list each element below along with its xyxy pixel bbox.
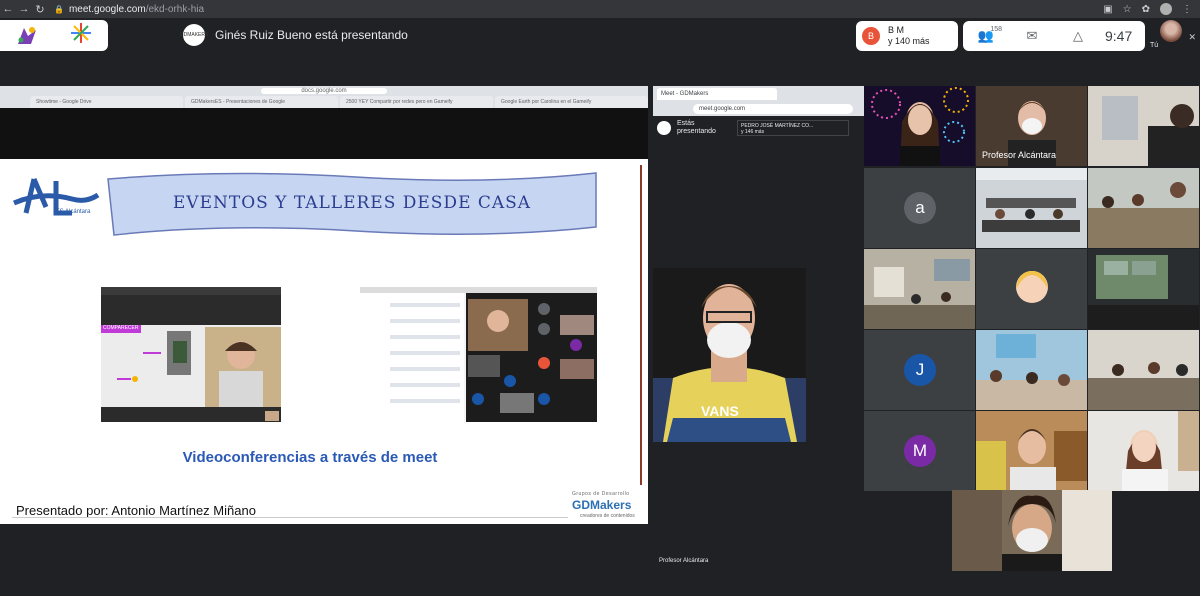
camera-icon[interactable]: ▣ [1103, 4, 1112, 15]
reload-icon[interactable]: ↻ [32, 0, 48, 18]
chat-button[interactable]: ✉ [1009, 21, 1055, 51]
secondary-url: meet.google.com [693, 104, 853, 114]
participant-tile[interactable] [976, 168, 1087, 248]
joined-avatar: B [862, 27, 880, 45]
url-path: /ekd-orhk-hia [145, 3, 205, 15]
joined-more: y 140 más [888, 36, 930, 46]
slide-caption: Videoconferencias a través de meet [182, 449, 438, 466]
shared-tab: Google Earth por Carolina en el Gameify [495, 96, 648, 108]
participant-tile[interactable]: J [864, 330, 975, 410]
back-icon[interactable]: ← [0, 0, 16, 18]
joined-name: B M [888, 25, 905, 35]
student-video: VANS [653, 268, 806, 442]
shared-tab: Showtime - Google Drive [30, 96, 183, 108]
participant-avatar: J [904, 354, 936, 386]
secondary-caption: Profesor Alcántara [659, 558, 709, 564]
self-view[interactable]: Tú ✕ [1146, 18, 1200, 54]
participants-count: 158 [990, 26, 1002, 33]
secondary-presentation: Meet - GDMakers meet.google.com Estás pr… [653, 86, 864, 571]
slide-scrollbar[interactable] [640, 165, 642, 485]
shared-tab: 2500 YEY Compartir por redes pero en Gam… [340, 96, 493, 108]
joined-participants-chip[interactable]: B B M y 140 más [856, 21, 958, 51]
logo-icon [15, 24, 39, 48]
organization-logos [0, 20, 108, 51]
chat-icon: ✉ [1026, 28, 1038, 43]
participant-tile[interactable] [864, 249, 975, 329]
extensions-icon[interactable]: ✿ [1142, 4, 1150, 15]
participant-tile[interactable]: a [864, 168, 975, 248]
presenting-label: Ginés Ruiz Bueno está presentando [215, 28, 408, 42]
gdmakers-tagline: Grupos de Desarrollo [572, 491, 630, 497]
self-label: Tú [1150, 42, 1159, 49]
svg-text:VANS: VANS [701, 403, 739, 419]
screenshot-meet-presenting: COMPARECER [101, 287, 281, 422]
school-logo-text: IES Alcántara [54, 209, 91, 215]
presenting-line2: presentando [677, 128, 716, 135]
gdmakers-subtitle: creadores de contenidos [580, 513, 635, 519]
activities-button[interactable]: △ [1055, 21, 1101, 51]
mic-off-icon[interactable]: ✕ [1188, 32, 1196, 43]
sparkle-logo-icon [69, 21, 93, 50]
shared-browser-tabs: docs.google.com Showtime - Google Drive … [0, 86, 648, 108]
browser-toolbar: ← → ↻ 🔒 meet.google.com/ekd-orhk-hia ▣ ☆… [0, 0, 1200, 18]
meeting-controls: 👥 158 ✉ △ 9:47 [963, 21, 1145, 51]
participant-tile[interactable] [1088, 249, 1199, 329]
participant-tile[interactable] [976, 249, 1087, 329]
participant-name: Profesor Alcántara [982, 150, 1057, 160]
secondary-presenter-more: y 146 más [741, 129, 765, 135]
forward-icon[interactable]: → [16, 0, 32, 18]
participant-avatar: a [904, 192, 936, 224]
presenter-avatar: GDMAKERS [180, 24, 208, 46]
slide-title: EVENTOS Y TALLERES DESDE CASA [172, 193, 532, 213]
shared-tab: GDMakersES - Presentaciones de Google [185, 96, 338, 108]
participant-tile[interactable] [864, 86, 975, 166]
secondary-participants-chip: PEDRO JOSÉ MARTÍNEZ CO... y 146 más [737, 120, 849, 136]
clock: 9:47 [1105, 28, 1133, 44]
participant-tile[interactable] [1088, 411, 1199, 491]
people-button[interactable]: 👥 158 [963, 21, 1009, 51]
address-bar[interactable]: 🔒 meet.google.com/ekd-orhk-hia [54, 4, 204, 15]
star-icon[interactable]: ☆ [1123, 4, 1132, 15]
participant-tile[interactable]: Profesor Alcántara [976, 86, 1087, 166]
participant-tile[interactable]: M [864, 411, 975, 491]
self-avatar [1160, 20, 1182, 42]
secondary-browser-bar: Meet - GDMakers meet.google.com [653, 86, 864, 116]
participant-tile[interactable] [1088, 330, 1199, 410]
main-presentation: docs.google.com Showtime - Google Drive … [0, 86, 648, 524]
participant-tile[interactable] [1088, 168, 1199, 248]
slide-divider [12, 517, 568, 518]
participant-tile[interactable] [976, 330, 1087, 410]
self-video-tile[interactable] [952, 490, 1112, 571]
presenting-avatar [657, 121, 671, 135]
participant-avatar: M [904, 435, 936, 467]
url-host: meet.google.com [68, 3, 146, 15]
shared-url: docs.google.com [261, 88, 387, 94]
participant-tile[interactable] [976, 411, 1087, 491]
shot1-label: COMPARECER [103, 325, 139, 331]
gdmakers-logo: GDMakers [572, 498, 632, 512]
lock-icon: 🔒 [54, 4, 64, 14]
presenting-line1: Estás [677, 120, 695, 127]
slide: IES Alcántara EVENTOS Y TALLERES DESDE C… [0, 159, 648, 524]
menu-icon[interactable]: ⋮ [1182, 4, 1192, 15]
participant-tile[interactable] [1088, 86, 1199, 166]
shapes-icon: △ [1073, 28, 1083, 43]
profile-avatar[interactable] [1160, 3, 1172, 15]
screenshot-meet-grid [360, 287, 597, 422]
meet-header: GDMAKERS Ginés Ruiz Bueno está presentan… [0, 18, 1200, 54]
slide-presenter: Presentado por: Antonio Martínez Miñano [16, 503, 256, 518]
secondary-tab: Meet - GDMakers [657, 88, 777, 100]
you-are-presenting: Estás presentando [657, 120, 716, 136]
